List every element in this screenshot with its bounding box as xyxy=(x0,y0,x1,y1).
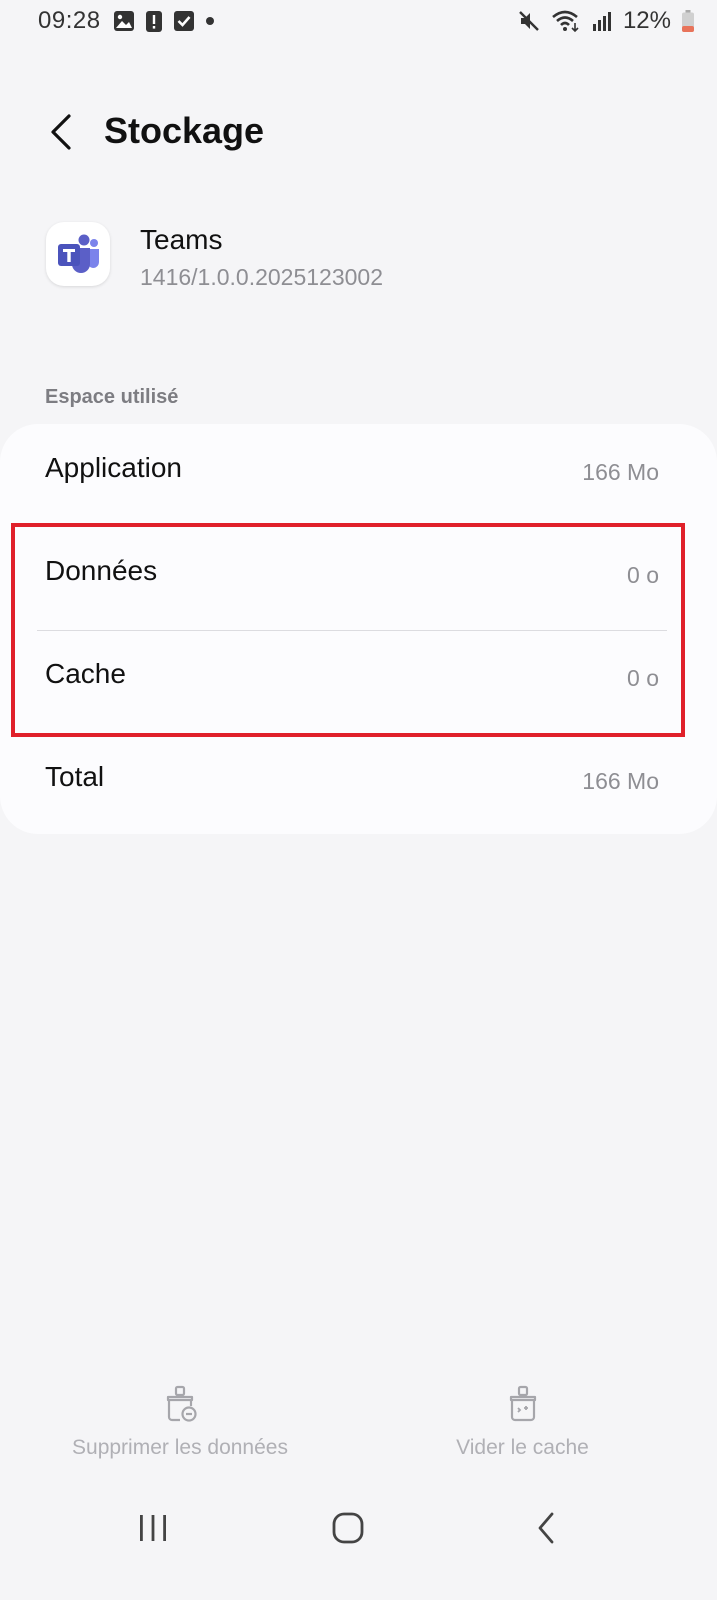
row-label: Cache xyxy=(45,658,126,689)
bottom-actions: Supprimer les données Vider le cache xyxy=(0,1384,717,1474)
battery-percent: 12% xyxy=(622,7,671,34)
storage-row-cache: Cache 0 o xyxy=(0,630,717,733)
clear-cache-label: Vider le cache xyxy=(456,1436,589,1459)
header: Stockage xyxy=(0,104,717,164)
storage-row-total: Total 166 Mo xyxy=(0,733,717,836)
notification-icons xyxy=(113,9,215,33)
row-value: 0 o xyxy=(627,562,659,588)
app-info: Teams 1416/1.0.0.2025123002 xyxy=(46,222,687,292)
home-icon xyxy=(331,1511,365,1550)
status-right: 12% xyxy=(517,7,695,35)
storage-row-data: Données 0 o xyxy=(0,527,717,630)
check-icon xyxy=(173,10,195,32)
alert-icon xyxy=(145,9,163,33)
row-label: Application xyxy=(45,452,182,483)
row-value: 166 Mo xyxy=(582,459,659,485)
section-label: Espace utilisé xyxy=(45,386,179,408)
back-button[interactable] xyxy=(38,110,82,158)
status-left: 09:28 xyxy=(38,7,215,35)
dot-icon xyxy=(205,16,215,26)
wifi-icon xyxy=(551,9,581,33)
teams-icon xyxy=(46,222,110,286)
delete-data-label: Supprimer les données xyxy=(72,1436,288,1459)
row-value: 166 Mo xyxy=(582,768,659,794)
storage-screen: 09:28 12% Stockage Teams 1416/1.0.0.2025… xyxy=(0,0,717,1600)
storage-row-application: Application 166 Mo xyxy=(0,424,717,527)
app-name: Teams xyxy=(140,224,223,255)
brush-delete-icon xyxy=(160,1384,200,1424)
mute-icon xyxy=(517,9,541,33)
brush-clean-icon xyxy=(503,1384,543,1424)
clear-cache-button[interactable]: Vider le cache xyxy=(430,1384,615,1460)
row-label: Données xyxy=(45,555,158,586)
page-title: Stockage xyxy=(104,110,265,151)
image-icon xyxy=(113,10,135,32)
row-value: 0 o xyxy=(627,665,659,691)
navigation-bar xyxy=(0,1500,717,1560)
status-time: 09:28 xyxy=(38,7,101,34)
nav-back-button[interactable] xyxy=(521,1508,571,1552)
back-arrow-icon xyxy=(535,1511,557,1550)
status-bar: 09:28 12% xyxy=(0,0,717,48)
home-button[interactable] xyxy=(323,1508,373,1552)
recents-button[interactable] xyxy=(128,1508,178,1552)
row-label: Total xyxy=(45,761,105,792)
battery-icon xyxy=(681,9,695,33)
delete-data-button[interactable]: Supprimer les données xyxy=(60,1384,300,1460)
storage-card: Application 166 Mo Données 0 o Cache 0 o… xyxy=(0,424,717,834)
signal-icon xyxy=(591,10,613,32)
chevron-left-icon xyxy=(47,112,73,157)
recents-icon xyxy=(137,1513,169,1548)
app-version: 1416/1.0.0.2025123002 xyxy=(140,264,384,290)
